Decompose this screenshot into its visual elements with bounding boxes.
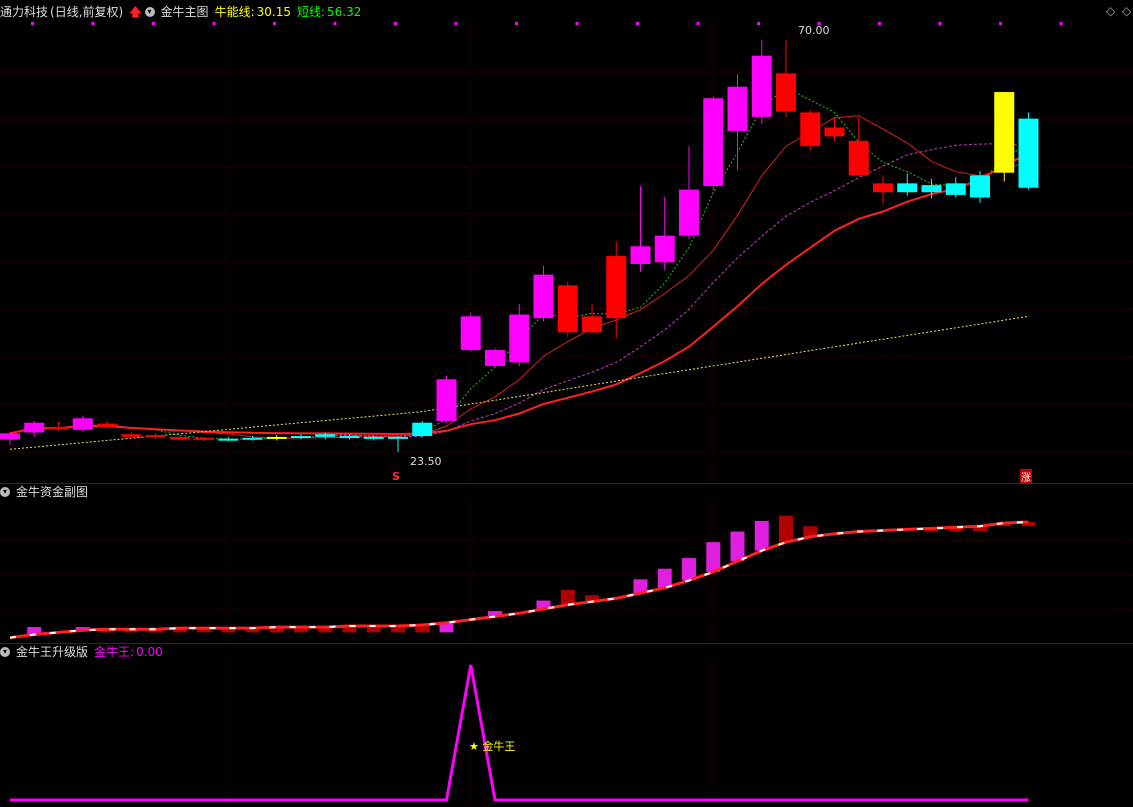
candle-body: [485, 350, 505, 366]
candle-body: [460, 316, 481, 351]
ma-line-short: [9, 87, 1029, 440]
top-marker: [757, 22, 760, 25]
money-line-dash: [9, 521, 1029, 639]
top-marker: [636, 22, 639, 25]
top-marker: [515, 22, 518, 25]
money-bar: [682, 558, 696, 581]
top-marker: [575, 22, 579, 25]
candle-body: [800, 112, 821, 147]
low-price-label: 23.50: [410, 455, 442, 468]
star-label: ★ 金牛王: [469, 740, 516, 753]
high-price-label: 70.00: [798, 24, 830, 37]
candle-body: [630, 246, 651, 265]
candle-body: [994, 92, 1015, 173]
candle-body: [194, 437, 214, 440]
money-line: [9, 520, 1029, 640]
candle-body: [266, 436, 287, 439]
top-marker: [31, 22, 34, 25]
candle-body: [436, 379, 457, 421]
candle-body: [921, 185, 942, 193]
candle-body: [848, 140, 869, 176]
candle-body: [897, 183, 918, 193]
money-bar: [754, 520, 769, 551]
candle-body: [557, 285, 578, 333]
candle-body: [824, 127, 845, 137]
top-marker: [938, 22, 942, 25]
candle-body: [606, 256, 627, 319]
top-marker: [696, 22, 700, 25]
candle-body: [582, 316, 602, 333]
top-marker: [152, 22, 155, 25]
candle-body: [145, 435, 166, 438]
candle-body: [776, 73, 796, 112]
candle-body: [703, 98, 724, 187]
candle-body: [24, 422, 45, 433]
signal-s-label: S: [392, 470, 400, 483]
candle-body: [169, 436, 190, 440]
jinniuwang-line: [10, 664, 1029, 802]
money-bar: [730, 531, 745, 562]
candle-body: [48, 427, 69, 430]
candle-body: [509, 314, 530, 363]
signal-zhang-label: 涨: [1020, 469, 1032, 484]
candle-body: [121, 434, 142, 437]
candle-body: [388, 436, 408, 439]
top-marker: [91, 22, 95, 25]
candle-body: [242, 437, 263, 440]
ma-line-bull: [9, 152, 1029, 436]
top-marker: [273, 22, 276, 25]
top-marker: [454, 22, 458, 25]
candle-body: [654, 235, 675, 263]
ma-line-mid: [9, 115, 1029, 439]
candle-body: [727, 86, 748, 132]
candle-body: [315, 434, 336, 437]
candle-body: [291, 436, 311, 439]
top-marker: [1059, 22, 1063, 25]
money-bar: [706, 542, 721, 572]
top-marker: [212, 22, 216, 25]
candle-body: [945, 183, 966, 195]
top-marker: [878, 22, 881, 25]
candle-body: [679, 189, 699, 236]
candle-body: [412, 422, 433, 437]
candle-body: [1018, 118, 1039, 188]
candle-body: [218, 438, 239, 441]
chart-canvas: [0, 20, 1133, 807]
candle-body: [72, 418, 93, 430]
candle-body: [363, 436, 384, 439]
candle-body: [970, 175, 990, 198]
candle-body: [97, 423, 117, 428]
money-bar: [560, 589, 575, 605]
candle-body: [339, 436, 360, 439]
candle-body: [751, 55, 772, 117]
candle-body: [873, 183, 893, 193]
top-marker: [999, 22, 1002, 25]
candle-body: [533, 274, 554, 319]
top-marker: [394, 22, 397, 25]
top-marker: [333, 22, 337, 25]
money-bar: [779, 515, 793, 543]
candle-body: [0, 433, 20, 440]
